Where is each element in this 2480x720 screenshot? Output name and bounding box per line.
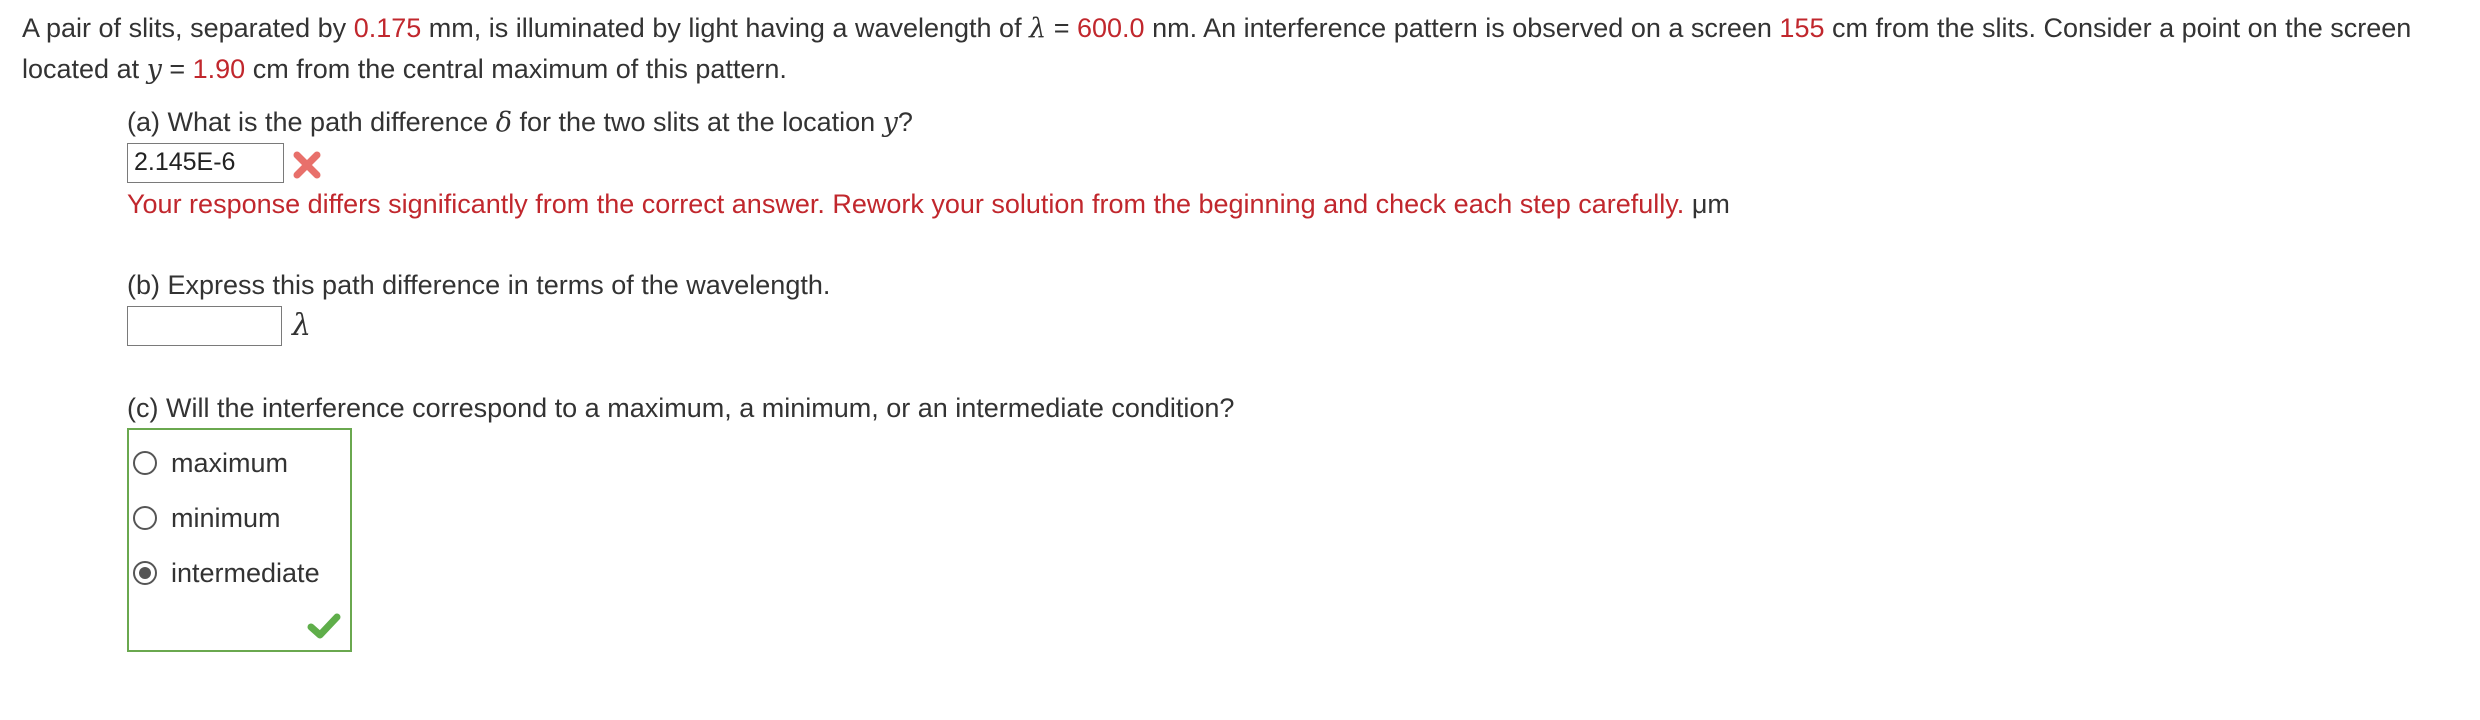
problem-text-2: mm, is illuminated by light having a wav… [421, 13, 1030, 43]
part-a-question-mid: for the two slits at the location [511, 107, 883, 137]
y-position-value: 1.90 [192, 54, 246, 84]
part-c-question: (c) Will the interference correspond to … [127, 393, 1235, 423]
problem-text-3: = [1046, 13, 1077, 43]
x-mark-icon [293, 151, 321, 179]
problem-text-1: A pair of slits, separated by [22, 13, 354, 43]
part-a-feedback-text: Your response differs significantly from… [127, 189, 1685, 219]
radio-maximum[interactable] [133, 451, 157, 475]
part-a-question-prefix: (a) What is the path difference [127, 107, 496, 137]
part-b-unit: λ [292, 308, 312, 343]
option-minimum[interactable]: minimum [133, 498, 281, 538]
check-mark-icon [307, 613, 341, 639]
part-a-unit: μm [1684, 189, 1730, 219]
part-a-feedback: Your response differs significantly from… [127, 186, 1730, 222]
lambda-symbol: λ [1029, 13, 1047, 44]
problem-text-4: nm. An interference pattern is observed … [1144, 13, 1780, 43]
option-intermediate-label: intermediate [171, 557, 320, 588]
option-maximum[interactable]: maximum [133, 443, 288, 483]
part-b-answer-input[interactable] [127, 306, 282, 346]
option-maximum-label: maximum [171, 447, 289, 478]
y-symbol: y [882, 107, 898, 138]
delta-symbol: δ [495, 107, 512, 138]
y-symbol: y [146, 54, 162, 85]
problem-text-7: cm from the central maximum of this patt… [245, 54, 787, 84]
problem-statement: A pair of slits, separated by 0.175 mm, … [22, 8, 2462, 90]
radio-minimum[interactable] [133, 506, 157, 530]
option-intermediate[interactable]: intermediate [133, 553, 320, 593]
radio-intermediate[interactable] [133, 561, 157, 585]
problem-text-6: = [161, 54, 193, 84]
wavelength-value: 600.0 [1076, 13, 1145, 43]
screen-distance-value: 155 [1779, 13, 1825, 43]
part-a-question-suffix: ? [897, 107, 913, 137]
option-minimum-label: minimum [171, 502, 281, 533]
part-a-answer-input[interactable]: 2.145E-6 [127, 143, 284, 183]
part-a-question: (a) What is the path difference δ for th… [127, 104, 913, 141]
slit-separation-value: 0.175 [353, 13, 422, 43]
part-c-choices: maximum minimum intermediate [127, 428, 352, 652]
question-page: A pair of slits, separated by 0.175 mm, … [0, 0, 2480, 720]
part-b-question: (b) Express this path difference in term… [127, 270, 831, 300]
